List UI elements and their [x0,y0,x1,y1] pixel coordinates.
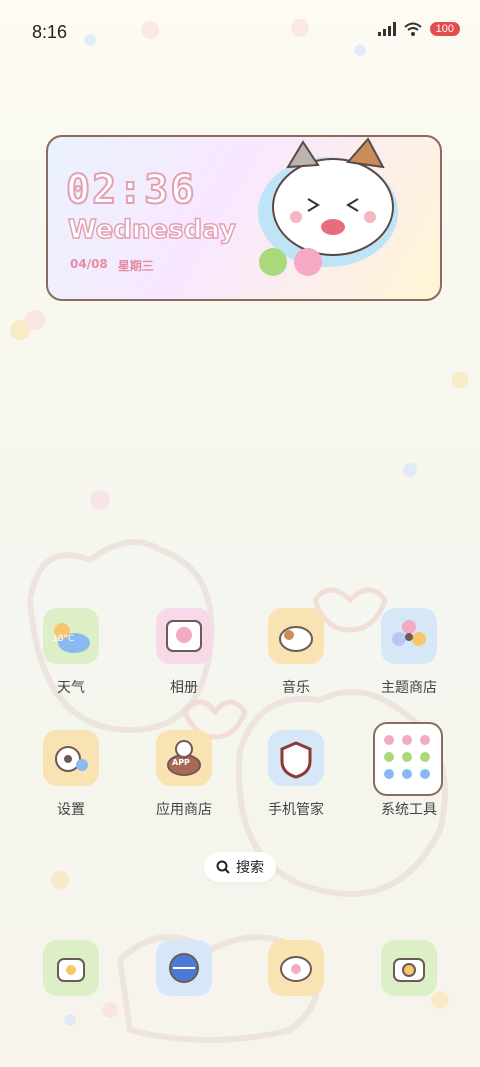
dock-camera[interactable] [381,940,437,996]
status-icons: 100 [377,22,460,36]
music-app-icon[interactable] [268,608,324,664]
folder-grid-icon [384,735,430,779]
search-button[interactable]: 搜索 [204,852,276,882]
app-label-settings: 设置 [57,802,85,818]
battery-indicator: 100 [429,22,460,36]
gallery-icon [166,620,202,652]
status-time: 8:16 [32,22,68,42]
camera-icon [393,958,425,982]
widget-weekday-cn: 星期三 [117,259,154,273]
phone-icon [57,958,85,982]
flower-icon [392,620,426,646]
weather-temp: 18°C [52,634,75,644]
dock-browser[interactable] [156,940,212,996]
settings-app-icon[interactable] [43,730,99,786]
widget-weekday-en: Wednesday [67,214,236,246]
app-label-system-tools: 系统工具 [381,802,437,818]
browser-icon [169,953,199,983]
phone-manager-app-icon[interactable] [268,730,324,786]
dock-phone[interactable] [43,940,99,996]
app-label-gallery: 相册 [170,680,198,696]
widget-clock: 02:36 [65,166,197,214]
app-label-theme-store: 主题商店 [381,680,437,696]
system-tools-folder[interactable] [373,722,443,796]
messages-icon [280,956,312,982]
wifi-icon [403,22,422,36]
music-icon [279,626,313,652]
clock-widget[interactable]: 02:36 Wednesday 04/08 星期三 [46,135,442,301]
settings-icon [55,746,88,772]
dock-messages[interactable] [268,940,324,996]
cat-illustration [258,137,398,276]
app-label-music: 音乐 [282,680,310,696]
app-label-phone-manager: 手机管家 [268,802,324,818]
app-label-weather: 天气 [57,680,85,696]
widget-date-row: 04/08 星期三 [70,257,154,274]
search-icon [216,860,230,874]
gallery-app-icon[interactable] [156,608,212,664]
signal-icon [377,22,396,36]
widget-date: 04/08 [70,257,108,271]
search-label: 搜索 [236,860,264,876]
shield-icon [280,741,312,779]
theme-store-app-icon[interactable] [381,608,437,664]
app-label-app-store: 应用商店 [156,802,212,818]
app-store-tag: APP [172,758,190,767]
